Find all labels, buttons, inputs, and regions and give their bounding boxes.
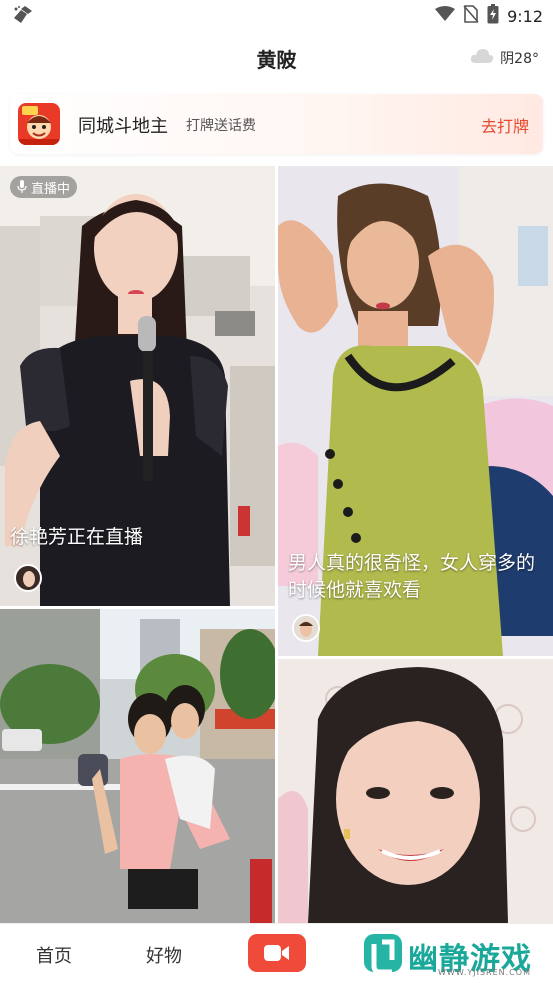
avatar[interactable] — [14, 564, 42, 592]
weather-text: 阴28° — [500, 51, 539, 67]
banner-cta-button[interactable]: 去打牌 — [481, 113, 529, 137]
feed-card-live[interactable]: 直播中 徐艳芳正在直播 — [0, 166, 275, 606]
cleaner-icon — [12, 5, 34, 29]
bottom-nav: 首页 好物 幽静游戏 WWW.YJISREN.COM — [0, 923, 553, 983]
microphone-icon — [17, 180, 27, 193]
watermark-url: WWW.YJISREN.COM — [438, 968, 531, 977]
game-app-icon — [18, 103, 60, 145]
weather-widget[interactable]: 阴28° — [470, 48, 539, 68]
card-caption: 徐艳芳正在直播 — [10, 526, 144, 548]
video-feed: 直播中 徐艳芳正在直播 男人真的很奇怪，女人穿多的时候他就喜欢看 — [0, 166, 553, 923]
avatar[interactable] — [292, 614, 320, 642]
card-thumbnail — [278, 659, 553, 923]
card-caption: 男人真的很奇怪，女人穿多的时候他就喜欢看 — [288, 552, 536, 601]
wifi-icon — [435, 6, 456, 26]
no-sim-icon — [463, 5, 479, 27]
status-bar: 9:12 — [0, 0, 553, 30]
battery-icon — [487, 4, 499, 28]
feed-card[interactable] — [0, 609, 275, 923]
nav-goods-tab[interactable]: 好物 — [146, 942, 182, 968]
banner-title: 同城斗地主 — [78, 116, 168, 137]
live-badge: 直播中 — [10, 176, 78, 198]
banner-subtitle: 打牌送话费 — [186, 118, 256, 134]
feed-card[interactable] — [278, 659, 553, 923]
promo-banner[interactable]: 同城斗地主 打牌送话费 去打牌 — [10, 94, 543, 154]
status-time: 9:12 — [507, 6, 543, 26]
header: 黄陂 阴28° — [0, 30, 553, 84]
live-badge-label: 直播中 — [31, 181, 71, 197]
cloud-icon — [470, 48, 494, 68]
feed-card[interactable]: 男人真的很奇怪，女人穿多的时候他就喜欢看 — [278, 166, 553, 656]
record-video-button[interactable] — [248, 934, 306, 972]
watermark-logo-icon — [364, 934, 402, 975]
card-thumbnail — [0, 609, 275, 923]
watermark: 幽静游戏 WWW.YJISREN.COM — [362, 928, 548, 982]
nav-home-tab[interactable]: 首页 — [36, 942, 72, 968]
video-camera-icon — [264, 945, 289, 961]
